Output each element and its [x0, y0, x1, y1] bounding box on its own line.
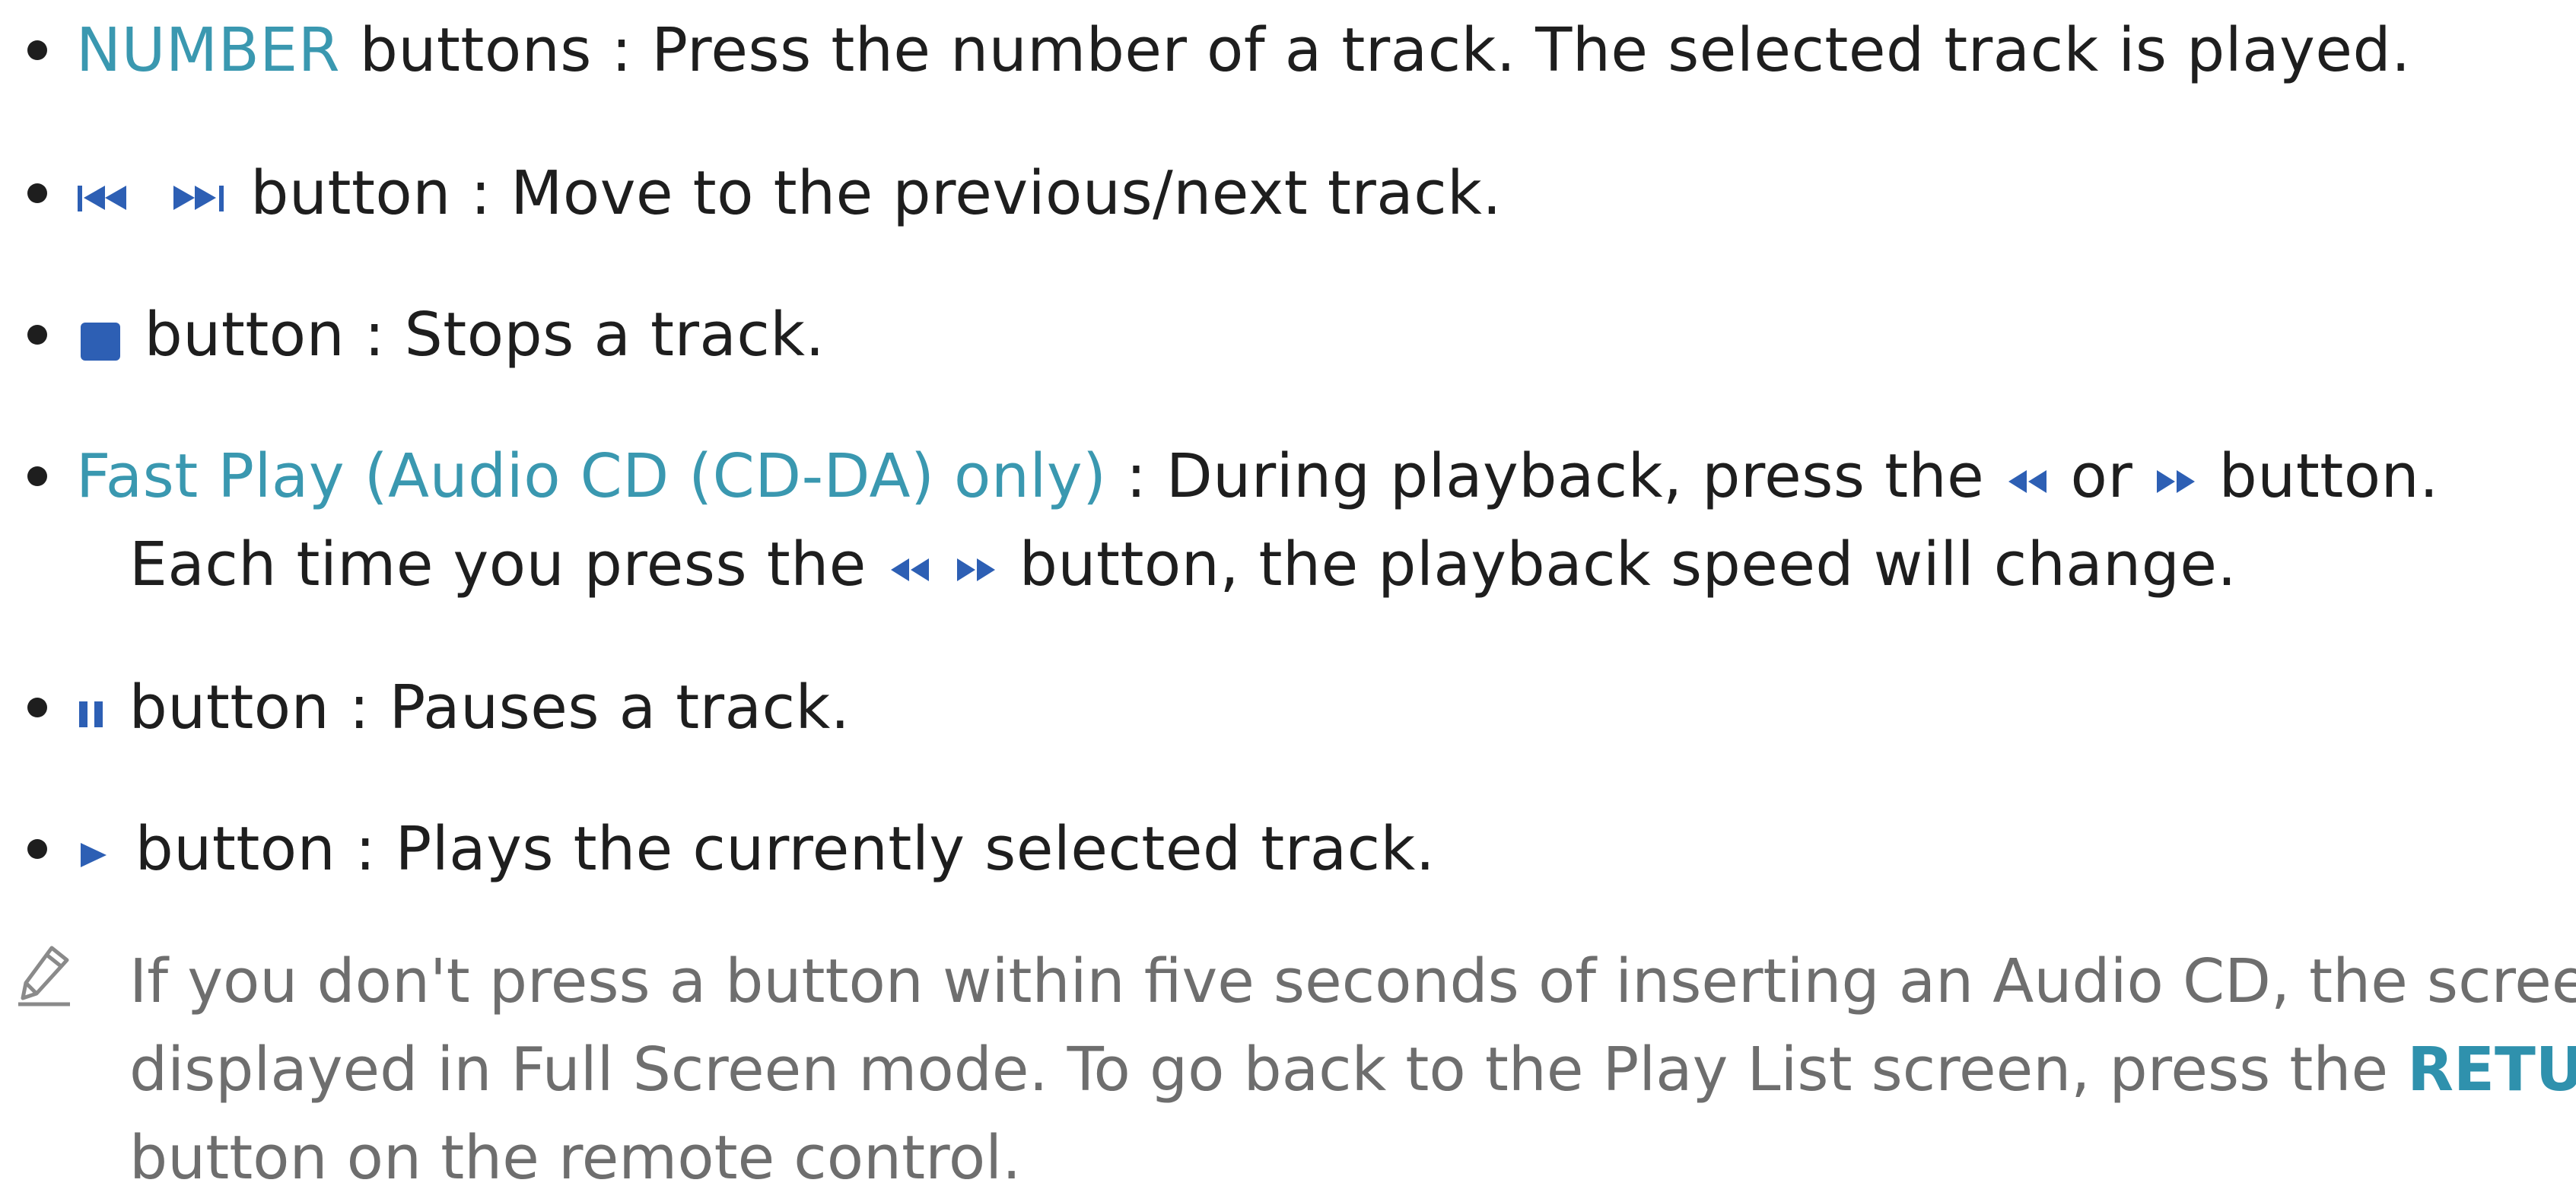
item-description: Pauses a track. — [389, 673, 851, 743]
item-description-line2: Each time you press the — [129, 529, 867, 599]
list-item: button : Move to the previous/next track… — [0, 149, 2576, 237]
item-description: Press the number of a track. The selecte… — [651, 15, 2411, 85]
separator: : — [355, 814, 376, 884]
label-word: button — [129, 673, 330, 743]
fast-play-label: Fast Play (Audio CD (CD-DA) only) — [76, 441, 1107, 511]
list-item: button : Pauses a track. — [0, 663, 2576, 752]
separator: : — [470, 158, 491, 228]
label-word: button — [135, 814, 336, 884]
list-item: button : Stops a track. — [0, 291, 2576, 379]
pause-icon — [76, 689, 110, 735]
list-item: NUMBER buttons : Press the number of a t… — [0, 6, 2576, 94]
bullet-dot — [27, 698, 47, 717]
separator: : — [1126, 441, 1147, 511]
manual-page: NUMBER buttons : Press the number of a t… — [0, 0, 2576, 1193]
separator: : — [364, 300, 385, 370]
bullet-dot — [27, 325, 47, 345]
fast-forward-icon — [952, 546, 1000, 592]
note-line-1: If you don't press a button within five … — [129, 946, 2576, 1016]
or-word: or — [2070, 441, 2133, 511]
item-description: During playback, press the — [1166, 441, 1985, 511]
label-word: button — [144, 300, 345, 370]
stop-icon — [76, 316, 125, 362]
bullet-dot — [27, 183, 47, 203]
separator: : — [611, 15, 632, 85]
number-buttons-label: NUMBER — [76, 15, 341, 85]
bullet-dot — [27, 466, 47, 486]
skip-previous-icon — [76, 175, 138, 221]
separator: : — [348, 673, 370, 743]
note-line-2: displayed in Full Screen mode. To go bac… — [129, 1035, 2389, 1105]
return-key-label: RETURN — [2407, 1035, 2576, 1105]
rewind-icon — [886, 546, 933, 592]
pencil-icon — [17, 943, 73, 1007]
list-item: Fast Play (Audio CD (CD-DA) only) : Duri… — [0, 432, 2576, 609]
skip-next-icon — [169, 175, 231, 221]
bullet-dot — [27, 40, 47, 60]
bullet-dot — [27, 839, 47, 859]
fast-forward-icon — [2152, 458, 2199, 504]
label-word: button — [250, 158, 451, 228]
rewind-icon — [2004, 458, 2051, 504]
item-description: Plays the currently selected track. — [395, 814, 1436, 884]
play-icon — [76, 831, 116, 876]
item-description-end: button. — [2218, 441, 2439, 511]
item-description: Stops a track. — [404, 300, 825, 370]
list-item: button : Plays the currently selected tr… — [0, 805, 2576, 893]
item-description-line2-end: button, the playback speed will change. — [1019, 529, 2237, 599]
item-description: Move to the previous/next track. — [510, 158, 1503, 228]
label-word: buttons — [359, 15, 592, 85]
note-line-3: button on the remote control. — [129, 1123, 1022, 1193]
